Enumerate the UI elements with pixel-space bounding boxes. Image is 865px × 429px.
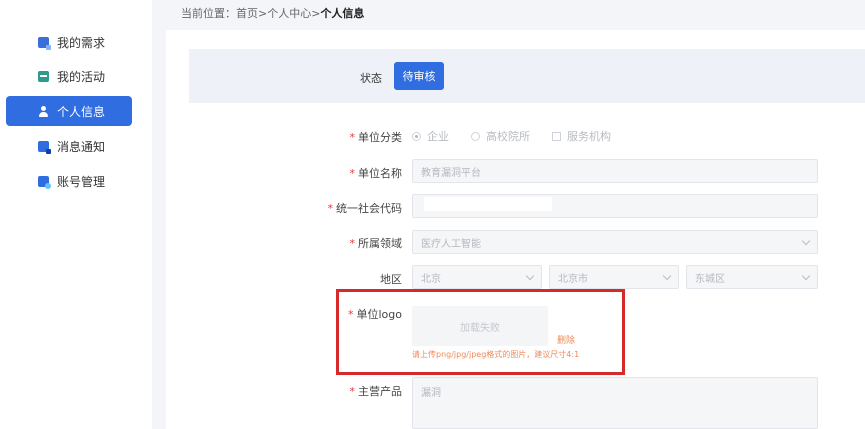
message-icon	[38, 140, 51, 154]
unit-type-option-service[interactable]: 服务机构	[552, 128, 611, 144]
unit-type-option-enterprise[interactable]: 企业	[412, 128, 449, 144]
sidebar-item-label: 账号管理	[57, 174, 106, 189]
radio-checked-icon	[412, 131, 421, 141]
sidebar-item-notifications[interactable]: 消息通知	[6, 131, 132, 161]
breadcrumb-path[interactable]: 当前位置：首页>个人中心>	[181, 7, 320, 20]
products-label: * 主营产品	[349, 385, 403, 398]
user-icon	[38, 105, 49, 117]
products-textarea[interactable]: 漏洞	[412, 377, 818, 429]
unit-type-option-university[interactable]: 高校院所	[471, 128, 530, 144]
status-label: 状态	[360, 72, 382, 85]
credit-code-label: * 统一社会代码	[327, 202, 403, 215]
document-icon	[38, 36, 51, 50]
chevron-down-icon	[801, 271, 811, 281]
annotation-highlight-box	[336, 289, 625, 375]
calendar-icon	[38, 70, 49, 82]
province-select[interactable]: 北京	[412, 265, 542, 289]
district-select[interactable]: 东城区	[686, 265, 818, 289]
redaction-mask	[424, 197, 552, 211]
sidebar-item-my-needs[interactable]: 我的需求	[6, 27, 132, 57]
unit-type-radio-group: 企业 高校院所 服务机构	[412, 128, 633, 144]
sidebar-item-my-activities[interactable]: 我的活动	[6, 61, 132, 91]
sidebar-item-label: 消息通知	[57, 139, 106, 154]
domain-label: * 所属领域	[349, 237, 403, 250]
unit-name-field[interactable]: 教育漏洞平台	[412, 159, 818, 183]
sidebar: 我的需求 我的活动 个人信息 消息通知 账号管理	[0, 0, 152, 429]
radio-icon	[471, 131, 480, 141]
unit-name-label: * 单位名称	[349, 167, 403, 180]
status-badge[interactable]: 待审核	[394, 62, 444, 90]
sidebar-item-label: 个人信息	[57, 104, 106, 119]
chevron-down-icon	[525, 271, 535, 281]
account-icon	[38, 175, 51, 189]
sidebar-item-personal-info[interactable]: 个人信息	[6, 96, 132, 126]
chevron-down-icon	[662, 271, 672, 281]
domain-select[interactable]: 医疗人工智能	[412, 230, 818, 254]
status-bar	[189, 49, 865, 103]
unit-type-label: * 单位分类	[349, 131, 403, 144]
city-select[interactable]: 北京市	[549, 265, 679, 289]
chevron-down-icon	[801, 236, 811, 246]
breadcrumb: 当前位置：首页>个人中心>个人信息	[181, 5, 364, 21]
sidebar-item-account[interactable]: 账号管理	[6, 166, 132, 196]
checkbox-icon	[552, 131, 561, 141]
breadcrumb-current: 个人信息	[320, 7, 365, 20]
sidebar-item-label: 我的活动	[57, 69, 106, 84]
sidebar-item-label: 我的需求	[57, 35, 106, 50]
region-label: 地区	[380, 273, 402, 286]
